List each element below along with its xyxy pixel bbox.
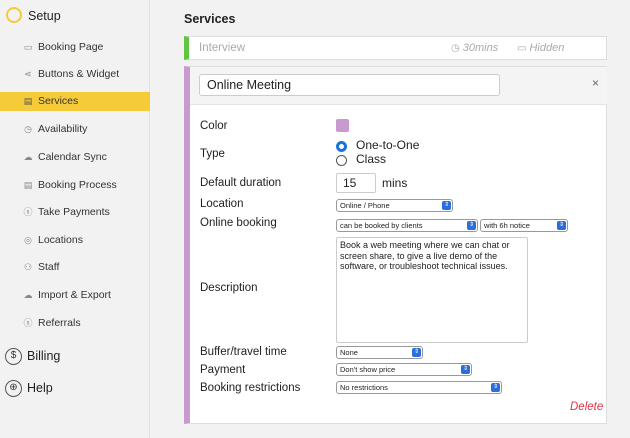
people-icon: ⚇ bbox=[23, 262, 33, 272]
sidebar-item-label: Booking Page bbox=[38, 41, 104, 53]
service-name: Interview bbox=[199, 42, 246, 54]
sidebar-item-label: Availability bbox=[38, 123, 88, 135]
sidebar-item-label: Referrals bbox=[38, 317, 81, 329]
service-visibility: ▭ Hidden bbox=[517, 42, 564, 54]
cloud-icon: ☁ bbox=[23, 290, 33, 300]
payment-select-value: Don't show price bbox=[340, 365, 396, 374]
sidebar-help[interactable]: ⊕ Help bbox=[0, 377, 150, 401]
sidebar-item-booking-process[interactable]: ▤ Booking Process bbox=[0, 176, 150, 195]
sidebar-item-label: Booking Process bbox=[38, 179, 117, 191]
sidebar-item-locations[interactable]: ◎ Locations bbox=[0, 231, 150, 250]
color-swatch[interactable] bbox=[336, 119, 349, 132]
chevron-updown-icon: ⇕ bbox=[557, 221, 566, 230]
description-label: Description bbox=[200, 282, 258, 294]
service-visibility-text: Hidden bbox=[529, 42, 565, 54]
duration-unit: mins bbox=[382, 176, 408, 190]
sidebar-item-label: Calendar Sync bbox=[38, 151, 107, 163]
sidebar-item-import-export[interactable]: ☁ Import & Export bbox=[0, 286, 150, 305]
service-row-interview[interactable]: Interview ◷ 30mins ▭ Hidden bbox=[184, 36, 607, 60]
services-icon: ▤ bbox=[23, 96, 33, 106]
sidebar-item-take-payments[interactable]: ⓢ Take Payments bbox=[0, 203, 150, 222]
sidebar-header-label: Setup bbox=[28, 9, 61, 23]
sidebar-billing[interactable]: $ Billing bbox=[0, 345, 150, 369]
chevron-updown-icon: ⇕ bbox=[412, 348, 421, 357]
dollar-icon: ⓢ bbox=[23, 207, 33, 217]
duration-input[interactable]: 15 bbox=[336, 173, 376, 193]
billing-label: Billing bbox=[27, 349, 61, 363]
service-name-input[interactable] bbox=[199, 74, 500, 96]
buffer-select[interactable]: None ⇕ bbox=[336, 346, 423, 359]
buffer-label: Buffer/travel time bbox=[200, 346, 287, 358]
service-editor-header: × bbox=[190, 67, 607, 105]
chevron-updown-icon: ⇕ bbox=[442, 201, 451, 210]
location-select[interactable]: Online / Phone ⇕ bbox=[336, 199, 453, 212]
clock-icon: ◷ bbox=[451, 43, 460, 54]
dollar-icon: ⓢ bbox=[23, 318, 33, 328]
chevron-updown-icon: ⇕ bbox=[491, 383, 500, 392]
restrictions-label: Booking restrictions bbox=[200, 382, 301, 394]
sidebar-item-staff[interactable]: ⚇ Staff bbox=[0, 258, 150, 277]
buffer-select-value: None bbox=[340, 348, 358, 357]
help-label: Help bbox=[27, 381, 53, 395]
share-icon: ⋖ bbox=[24, 69, 32, 79]
close-icon[interactable]: × bbox=[592, 76, 599, 90]
chevron-updown-icon: ⇕ bbox=[467, 221, 476, 230]
notice-select-value: with 6h notice bbox=[484, 221, 530, 230]
type-radio-one-to-one[interactable] bbox=[336, 141, 347, 152]
lifebuoy-icon: ⊕ bbox=[5, 380, 22, 397]
pin-icon: ◎ bbox=[24, 235, 32, 245]
process-icon: ▤ bbox=[23, 180, 33, 190]
description-textarea[interactable]: Book a web meeting where we can chat or … bbox=[336, 237, 528, 343]
restrictions-select[interactable]: No restrictions ⇕ bbox=[336, 381, 502, 394]
sidebar-header-setup[interactable]: Setup bbox=[0, 0, 150, 32]
sidebar-item-label: Staff bbox=[38, 261, 60, 273]
online-booking-label: Online booking bbox=[200, 217, 277, 229]
setup-icon bbox=[6, 7, 22, 23]
sidebar-item-services[interactable]: ▤ Services bbox=[0, 92, 150, 111]
sidebar-item-referrals[interactable]: ⓢ Referrals bbox=[0, 314, 150, 333]
browser-icon: ▭ bbox=[23, 42, 33, 52]
online-booking-select-value: can be booked by clients bbox=[340, 221, 423, 230]
restrictions-select-value: No restrictions bbox=[340, 383, 388, 392]
sidebar-item-booking-page[interactable]: ▭ Booking Page bbox=[0, 38, 150, 57]
clock-icon: ◷ bbox=[24, 124, 32, 134]
sidebar: Setup ▭ Booking Page ⋖ Buttons & Widget … bbox=[0, 0, 150, 438]
cloud-icon: ☁ bbox=[23, 152, 33, 162]
delete-link[interactable]: Delete bbox=[570, 401, 603, 413]
service-duration-text: 30mins bbox=[462, 42, 499, 54]
browser-icon: ▭ bbox=[517, 43, 527, 54]
payment-select[interactable]: Don't show price ⇕ bbox=[336, 363, 472, 376]
type-radio-class[interactable] bbox=[336, 155, 347, 166]
sidebar-item-buttons-widget[interactable]: ⋖ Buttons & Widget bbox=[0, 65, 150, 84]
sidebar-item-calendar-sync[interactable]: ☁ Calendar Sync bbox=[0, 148, 150, 167]
service-duration: ◷ 30mins bbox=[451, 42, 498, 54]
sidebar-item-label: Take Payments bbox=[38, 206, 110, 218]
type-option-label: Class bbox=[356, 152, 387, 166]
sidebar-item-label: Import & Export bbox=[38, 289, 111, 301]
notice-select[interactable]: with 6h notice ⇕ bbox=[480, 219, 568, 232]
sidebar-item-label: Buttons & Widget bbox=[38, 68, 120, 80]
type-option-label: One-to-One bbox=[356, 138, 420, 152]
dollar-icon: $ bbox=[5, 348, 22, 365]
location-label: Location bbox=[200, 198, 244, 210]
payment-label: Payment bbox=[200, 364, 246, 376]
page-title: Services bbox=[184, 12, 236, 26]
location-select-value: Online / Phone bbox=[340, 201, 390, 210]
sidebar-item-label: Services bbox=[38, 95, 79, 107]
type-label: Type bbox=[200, 148, 225, 160]
default-duration-label: Default duration bbox=[200, 177, 282, 189]
chevron-updown-icon: ⇕ bbox=[461, 365, 470, 374]
color-label: Color bbox=[200, 120, 228, 132]
service-editor-panel: × Color Type One-to-One Class Default du… bbox=[184, 66, 607, 424]
sidebar-item-label: Locations bbox=[38, 234, 83, 246]
online-booking-select[interactable]: can be booked by clients ⇕ bbox=[336, 219, 478, 232]
sidebar-item-availability[interactable]: ◷ Availability bbox=[0, 120, 150, 139]
